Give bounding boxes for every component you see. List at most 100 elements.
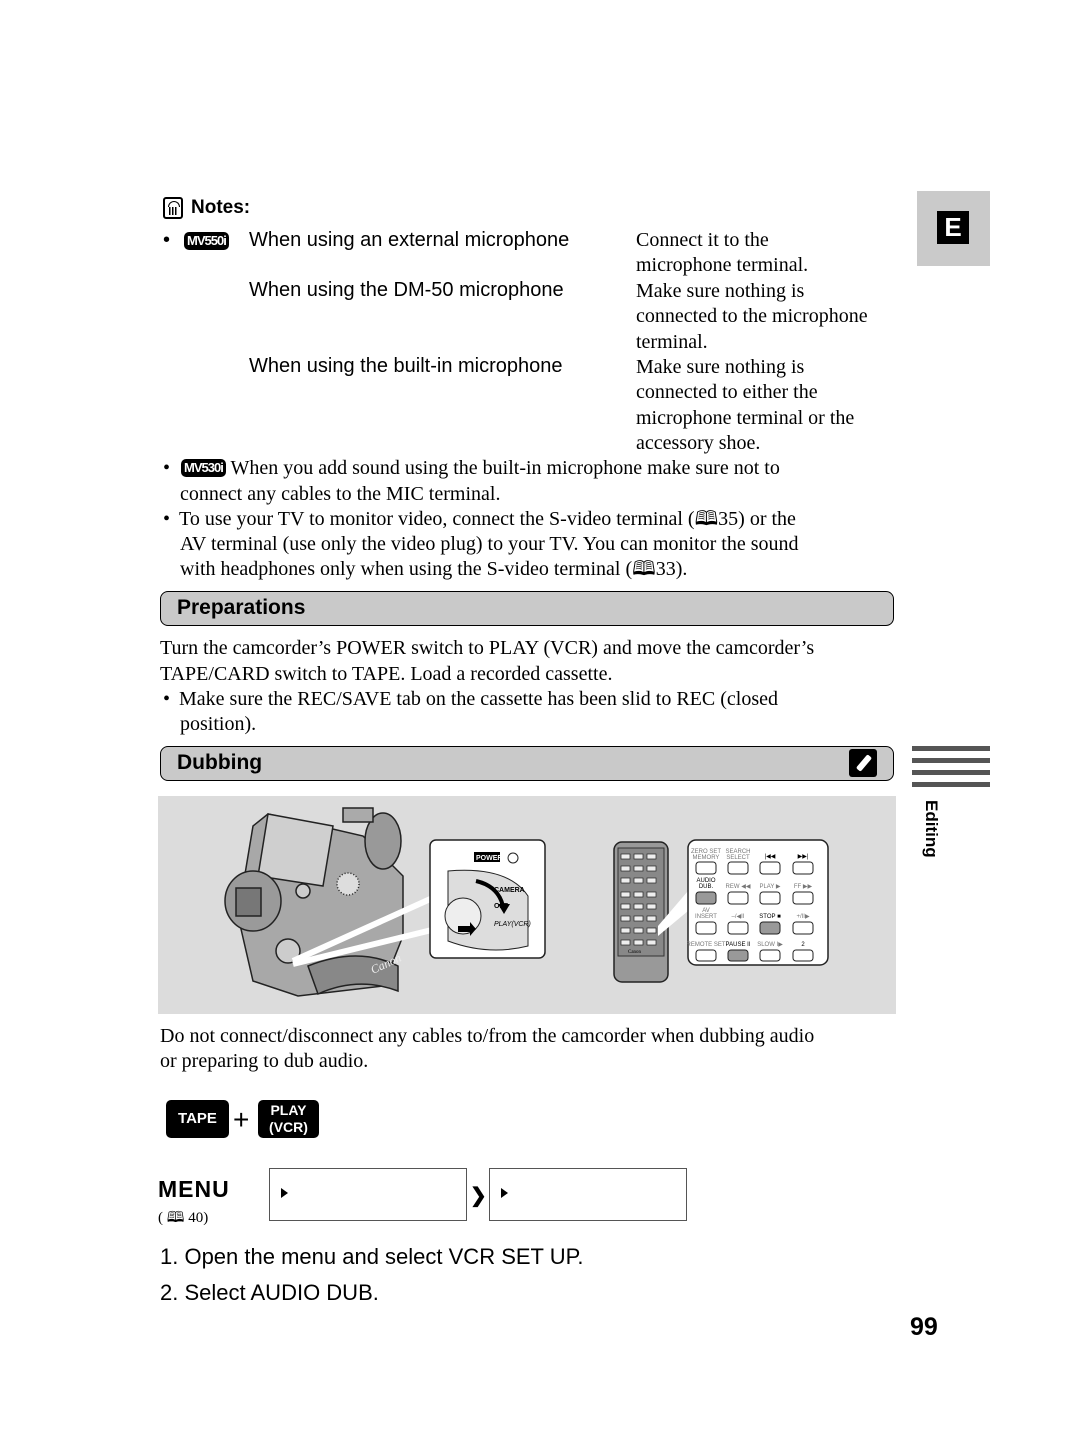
book-icon: 🕮 (632, 558, 656, 580)
svg-text:Canon: Canon (628, 950, 642, 955)
menu-box-1 (269, 1168, 467, 1221)
svg-text:PLAY ▶: PLAY ▶ (759, 884, 780, 890)
dubbing-warning: or preparing to dub audio. (160, 1050, 369, 1072)
play-vcr-mode-badge: PLAY (VCR) (258, 1100, 319, 1138)
svg-text:SELECT: SELECT (726, 855, 750, 861)
instruction-line: microphone terminal. (636, 254, 809, 277)
bullet: • (163, 508, 171, 530)
dubbing-illustration: Canon POWER CAMERA OFF PLAY(VCR) Canon Z… (158, 796, 896, 1014)
note-text: connect any cables to the MIC terminal. (180, 483, 501, 505)
instruction-line: Connect it to the (636, 229, 769, 251)
instruction-line: Make sure nothing is (636, 280, 805, 302)
svg-text:▶▶|: ▶▶| (798, 854, 809, 860)
mic-condition-builtin: When using the built-in microphone (249, 355, 563, 377)
plus-sign: + (233, 1104, 250, 1135)
preparations-bullet-text: Make sure the REC/SAVE tab on the casset… (179, 688, 778, 710)
camcorder-and-remote-illustration: Canon POWER CAMERA OFF PLAY(VCR) Canon Z… (224, 807, 829, 997)
power-switch-inset: POWER CAMERA OFF PLAY(VCR) (429, 839, 546, 959)
book-icon: 🕮 (166, 1210, 185, 1226)
note-mv530i: • MV530i When you add sound using the bu… (163, 456, 780, 481)
instruction-line: microphone terminal or the (636, 406, 855, 429)
marker-bar (912, 770, 990, 775)
svg-text:STOP ■: STOP ■ (759, 914, 781, 920)
notes-icon (163, 197, 183, 219)
instruction-line: Make sure nothing is (636, 356, 805, 378)
mic-instruction-external: Connect it to the microphone terminal. (636, 228, 808, 279)
remote-control-icon (849, 749, 877, 777)
svg-text:+/II▶: +/II▶ (796, 914, 810, 920)
dubbing-header: Dubbing (160, 746, 894, 781)
preparations-bullet: • Make sure the REC/SAVE tab on the cass… (163, 687, 778, 712)
step-2: 2. Select AUDIO DUB. (160, 1280, 379, 1305)
svg-text:SLOW I▶: SLOW I▶ (757, 942, 783, 948)
note-tv-monitor: • To use your TV to monitor video, conne… (163, 507, 796, 532)
note-text: To use your TV to monitor video, connect… (179, 508, 695, 530)
preparations-title: Preparations (177, 596, 306, 619)
page-ref: 33 (655, 558, 676, 580)
svg-text:CAMERA: CAMERA (494, 887, 525, 894)
svg-text:OFF: OFF (494, 903, 509, 910)
preparations-header: Preparations (160, 591, 894, 626)
model-badge-mv530i: MV530i (181, 459, 226, 477)
preparations-text: TAPE/CARD switch to TAPE. Load a recorde… (160, 663, 613, 685)
language-tab: E (917, 191, 990, 266)
note-text-line3: with headphones only when using the S-vi… (180, 557, 687, 582)
model-badge-mv550i: MV550i (184, 232, 229, 252)
ref-paren: ( (158, 1210, 163, 1226)
page-ref: 35 (718, 508, 739, 530)
mic-condition-dm50: When using the DM-50 microphone (249, 279, 564, 301)
page-ref: 40) (188, 1210, 209, 1226)
marker-bar (912, 758, 990, 763)
instruction-line: accessory shoe. (636, 431, 761, 454)
instruction-line: connected to either the (636, 381, 818, 404)
note-text: with headphones only when using the S-vi… (180, 558, 633, 580)
bullet: • (163, 457, 171, 479)
svg-text:REMOTE SET: REMOTE SET (686, 942, 725, 948)
svg-text:INSERT: INSERT (695, 914, 717, 920)
note-text: ) or the (738, 508, 796, 530)
dubbing-warning: Do not connect/disconnect any cables to/… (160, 1025, 815, 1047)
bullet: • (163, 688, 171, 710)
dubbing-title: Dubbing (177, 751, 263, 774)
play-label: PLAY (270, 1102, 307, 1118)
marker-bar (912, 746, 990, 751)
model-badge-text: MV550i (184, 232, 229, 250)
remote-illustration: Canon ZERO SETMEMORY SEARCHSELECT |◀◀ ▶▶|… (613, 839, 829, 983)
svg-text:REW ◀◀: REW ◀◀ (726, 884, 751, 890)
svg-text:DUB.: DUB. (699, 884, 714, 890)
tape-mode-badge: TAPE (166, 1100, 229, 1138)
preparations-bullet-text: position). (180, 713, 257, 735)
language-tab-letter: E (937, 211, 969, 244)
menu-page-ref: ( 🕮 40) (158, 1207, 208, 1232)
mic-instruction-builtin: Make sure nothing is connected to either… (636, 355, 854, 456)
note-text: AV terminal (use only the video plug) to… (180, 533, 799, 555)
marker-bar (912, 782, 990, 787)
notes-heading: Notes: (163, 197, 250, 219)
note-text: ). (675, 558, 688, 580)
arrow-right-icon (501, 1188, 508, 1198)
instruction-line: terminal. (636, 330, 708, 353)
vcr-label: (VCR) (269, 1119, 308, 1135)
svg-text:FF ▶▶: FF ▶▶ (794, 884, 813, 890)
arrow-right-icon (281, 1188, 288, 1198)
menu-box-2 (489, 1168, 687, 1221)
svg-text:PAUSE II: PAUSE II (726, 942, 751, 948)
note-text: When you add sound using the built-in mi… (230, 457, 780, 479)
svg-text:–/◀II: –/◀II (732, 914, 745, 920)
page-number: 99 (910, 1313, 938, 1341)
menu-label: MENU (158, 1176, 230, 1202)
section-label-editing: Editing (922, 800, 941, 858)
svg-text:|◀◀: |◀◀ (765, 854, 776, 860)
camcorder-illustration: Canon (224, 807, 450, 997)
double-chevron-icon: ❯ (470, 1185, 487, 1207)
svg-text:PLAY(VCR): PLAY(VCR) (494, 921, 531, 928)
mic-instruction-dm50: Make sure nothing is connected to the mi… (636, 279, 868, 355)
step-1: 1. Open the menu and select VCR SET UP. (160, 1244, 584, 1269)
notes-heading-text: Notes: (191, 197, 251, 218)
bullet: • (163, 229, 171, 251)
preparations-text: Turn the camcorder’s POWER switch to PLA… (160, 637, 815, 659)
mic-condition-external: When using an external microphone (249, 229, 570, 251)
svg-text:POWER: POWER (476, 855, 502, 862)
svg-text:MEMORY: MEMORY (693, 855, 720, 861)
book-icon: 🕮 (694, 508, 719, 530)
